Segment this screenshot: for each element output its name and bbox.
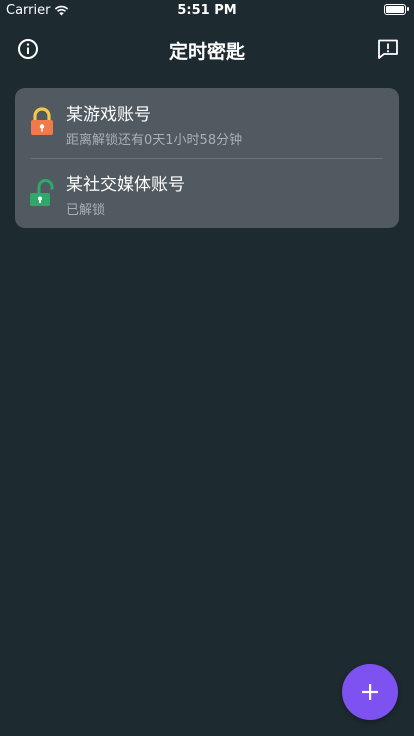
- page-title: 定时密匙: [168, 41, 245, 63]
- item-subtitle: 距离解锁还有0天1小时58分钟: [66, 133, 243, 148]
- add-button[interactable]: [342, 664, 398, 720]
- feedback-button[interactable]: [376, 37, 400, 61]
- item-title: 某游戏账号: [66, 105, 151, 125]
- battery-icon: [384, 4, 409, 15]
- lock-closed-icon: [31, 107, 53, 135]
- item-subtitle: 已解锁: [66, 203, 106, 218]
- plus-icon: [362, 684, 378, 700]
- list-item[interactable]: 某社交媒体账号 已解锁: [15, 158, 399, 228]
- feedback-icon: [378, 39, 398, 59]
- status-time: 5:51 PM: [177, 3, 237, 18]
- nav-bar: 定时密匙: [0, 30, 414, 70]
- list-item[interactable]: 某游戏账号 距离解锁还有0天1小时58分钟: [15, 88, 399, 158]
- item-title: 某社交媒体账号: [66, 175, 185, 195]
- lock-open-icon: [30, 179, 54, 206]
- status-bar: Carrier 5:51 PM: [0, 0, 414, 22]
- account-list: 某游戏账号 距离解锁还有0天1小时58分钟 某社交媒体账号 已解锁: [15, 88, 399, 228]
